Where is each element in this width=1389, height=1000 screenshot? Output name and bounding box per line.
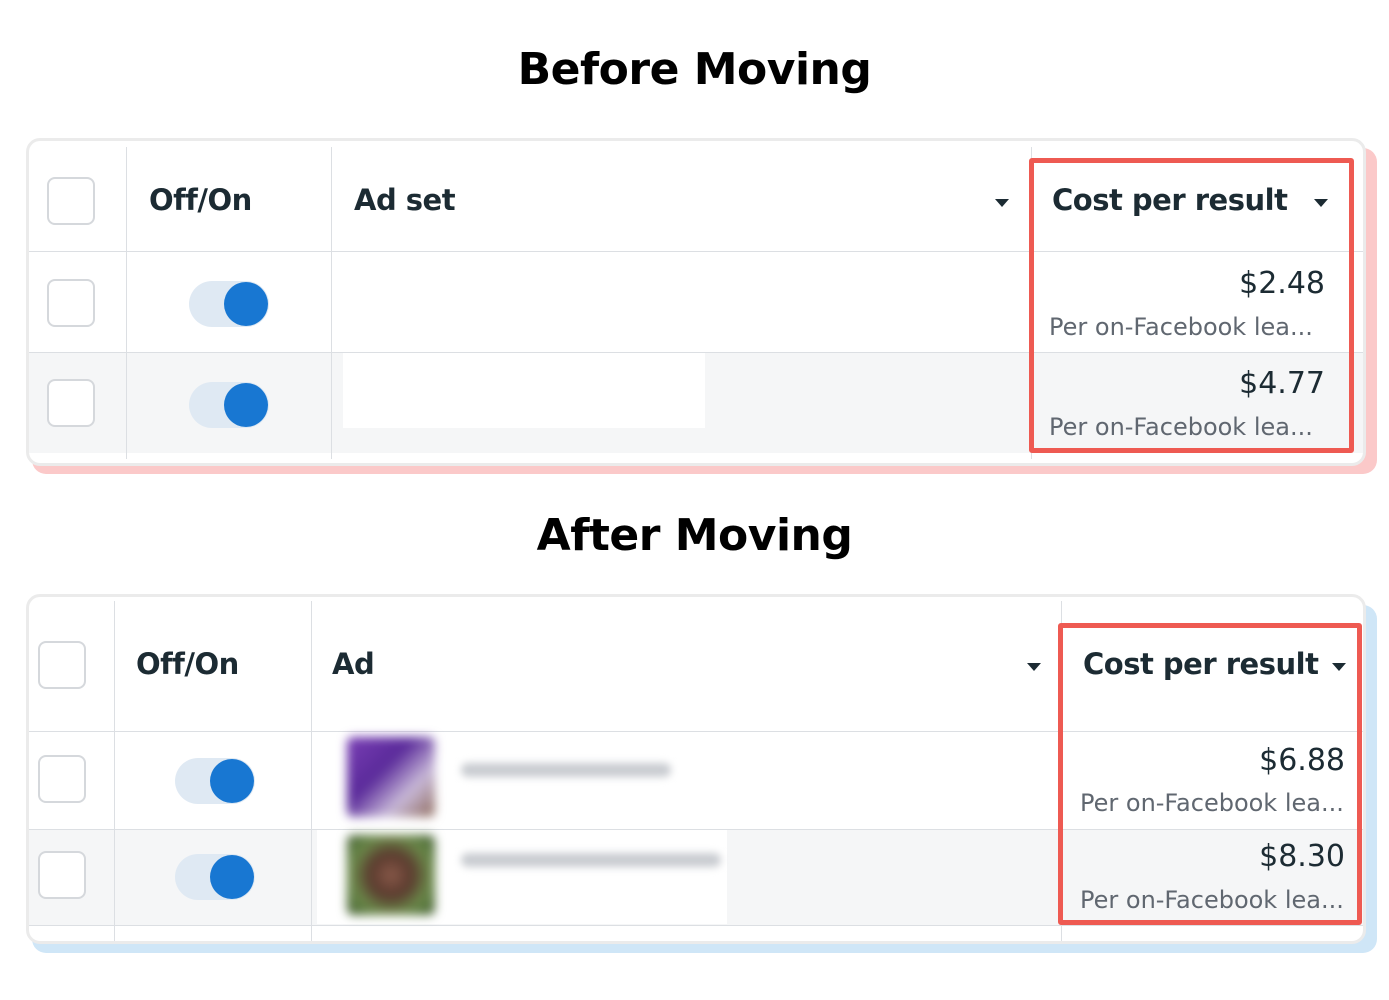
before-row-1-checkbox[interactable] (47, 279, 95, 327)
before-row-2-checkbox[interactable] (47, 379, 95, 427)
after-row-1-ad-thumbnail[interactable] (347, 737, 435, 817)
before-offon-header: Off/On (149, 183, 252, 217)
before-adset-header[interactable]: Ad set (354, 183, 456, 217)
toggle-knob-icon (210, 855, 254, 899)
before-row-2-toggle[interactable] (189, 382, 269, 428)
after-row-1-ad-name[interactable] (461, 763, 671, 777)
before-title: Before Moving (517, 44, 872, 95)
after-row-2-checkbox[interactable] (38, 851, 86, 899)
before-adset-sort-icon[interactable] (995, 199, 1009, 207)
after-row-1-toggle[interactable] (175, 758, 255, 804)
toggle-knob-icon (224, 383, 268, 427)
toggle-knob-icon (210, 759, 254, 803)
after-select-all-checkbox[interactable] (38, 641, 86, 689)
before-cost-highlight (1029, 158, 1354, 453)
after-ad-sort-icon[interactable] (1027, 663, 1041, 671)
after-row-2-ad-name[interactable] (461, 853, 721, 867)
before-row-1-toggle[interactable] (189, 281, 269, 327)
after-row-2-ad-thumbnail[interactable] (347, 835, 435, 915)
after-row-1-checkbox[interactable] (38, 755, 86, 803)
after-row-2-toggle[interactable] (175, 854, 255, 900)
after-cost-highlight (1058, 623, 1362, 925)
after-title: After Moving (536, 510, 853, 561)
toggle-knob-icon (224, 282, 268, 326)
after-offon-header: Off/On (136, 647, 239, 681)
after-ad-header[interactable]: Ad (332, 647, 375, 681)
before-select-all-checkbox[interactable] (47, 177, 95, 225)
before-redacted-area (343, 352, 705, 428)
